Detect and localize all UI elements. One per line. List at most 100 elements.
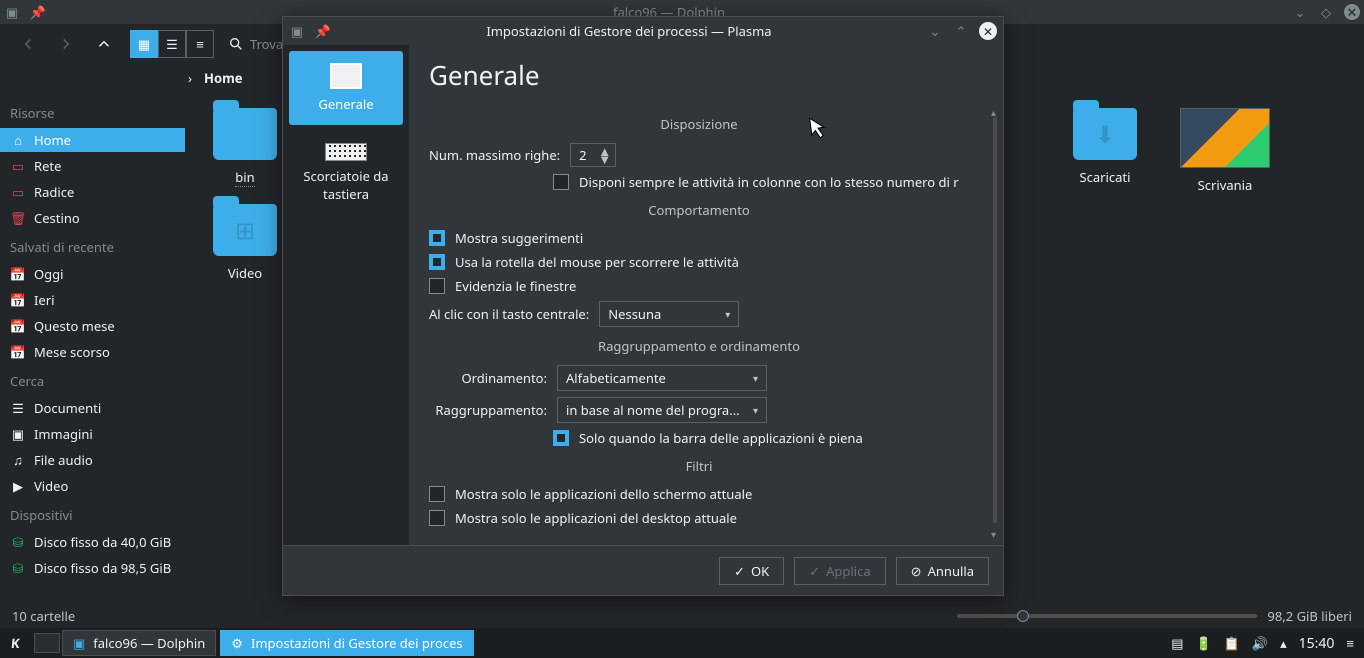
close-button[interactable]: ✕ bbox=[1344, 4, 1360, 20]
check-icon: ✓ bbox=[809, 562, 820, 580]
max-rows-spinbox[interactable]: 2 ▲▼ bbox=[570, 143, 616, 167]
battery-icon[interactable]: 🔋 bbox=[1196, 634, 1212, 652]
sidebar-item-lastmonth[interactable]: 📅Mese scorso bbox=[0, 340, 185, 364]
highlight-windows-checkbox[interactable] bbox=[429, 278, 445, 294]
trash-icon: 🗑 bbox=[10, 210, 26, 226]
filter-screen-checkbox[interactable] bbox=[429, 486, 445, 502]
folder-icon: ⬇ bbox=[1073, 108, 1137, 160]
dolphin-icon: ▣ bbox=[73, 634, 85, 652]
back-button[interactable] bbox=[16, 32, 40, 56]
middle-click-combo[interactable]: Nessuna ▾ bbox=[599, 301, 739, 327]
apply-button[interactable]: ✓Applica bbox=[794, 557, 885, 585]
wheel-scroll-label: Usa la rotella del mouse per scorrere le… bbox=[455, 253, 739, 271]
sidebar-item-audio[interactable]: ♫File audio bbox=[0, 448, 185, 472]
forward-button[interactable] bbox=[54, 32, 78, 56]
folder-video[interactable]: ⊞ Video bbox=[195, 204, 295, 282]
image-icon: ▣ bbox=[10, 426, 26, 442]
minimize-button[interactable]: ⌄ bbox=[1292, 4, 1308, 20]
up-button[interactable] bbox=[92, 32, 116, 56]
dialog-sidebar: Generale Scorciatoie da tastiera bbox=[283, 45, 409, 545]
scroll-down-icon[interactable]: ▾ bbox=[991, 527, 999, 535]
zoom-thumb[interactable] bbox=[1017, 610, 1029, 622]
section-risorse: Risorse bbox=[0, 98, 185, 126]
application-launcher[interactable]: K bbox=[0, 628, 30, 658]
calendar-icon: 📅 bbox=[10, 266, 26, 282]
always-columns-checkbox[interactable] bbox=[553, 174, 569, 190]
clock[interactable]: 15:40 bbox=[1299, 634, 1335, 653]
task-settings[interactable]: ⚙ Impostazioni di Gestore dei proces bbox=[220, 630, 473, 656]
maximize-button[interactable]: ⌃ bbox=[953, 23, 969, 39]
sidebar-item-disk2[interactable]: ⛁Disco fisso da 98,5 GiB bbox=[0, 556, 185, 580]
zoom-slider[interactable] bbox=[957, 614, 1257, 618]
sort-combo[interactable]: Alfabeticamente ▾ bbox=[557, 365, 767, 391]
search-box[interactable]: Trova bbox=[228, 35, 283, 53]
sidebar-item-video[interactable]: ▶Video bbox=[0, 474, 185, 498]
search-icon bbox=[228, 36, 244, 52]
cancel-button[interactable]: ⊘Annulla bbox=[896, 557, 989, 585]
folder-downloads[interactable]: ⬇ Scaricati bbox=[1055, 108, 1155, 194]
section-behavior: Comportamento bbox=[429, 201, 969, 219]
tray-expand-icon[interactable]: ▴ bbox=[1280, 634, 1287, 652]
breadcrumb-chevron-icon: › bbox=[188, 69, 192, 87]
group-combo[interactable]: in base al nome del progra... ▾ bbox=[557, 397, 767, 423]
sidebar-item-today[interactable]: 📅Oggi bbox=[0, 262, 185, 286]
sidebar-item-disk1[interactable]: ⛁Disco fisso da 40,0 GiB bbox=[0, 530, 185, 554]
settings-dialog: ▣ 📌 Impostazioni di Gestore dei processi… bbox=[282, 16, 1004, 596]
network-icon: ▭ bbox=[10, 158, 26, 174]
breadcrumb-home[interactable]: Home bbox=[204, 69, 243, 87]
section-recent: Salvati di recente bbox=[0, 232, 185, 260]
pin-icon[interactable]: 📌 bbox=[315, 23, 331, 39]
kde-logo-icon: K bbox=[10, 634, 21, 652]
show-hints-checkbox[interactable] bbox=[429, 230, 445, 246]
sidebar-item-documents[interactable]: ☰Documenti bbox=[0, 396, 185, 420]
audio-icon: ♫ bbox=[10, 452, 26, 468]
buffer-icon[interactable]: ▤ bbox=[1171, 634, 1183, 652]
spin-arrows[interactable]: ▲▼ bbox=[598, 148, 611, 163]
pager[interactable] bbox=[34, 633, 60, 653]
keyboard-icon bbox=[325, 143, 367, 161]
sidebar-item-thismonth[interactable]: 📅Questo mese bbox=[0, 314, 185, 338]
max-rows-label: Num. massimo righe: bbox=[429, 146, 560, 164]
maximize-button[interactable]: ◇ bbox=[1318, 4, 1334, 20]
scrollbar[interactable]: ▴ ▾ bbox=[991, 105, 999, 535]
check-icon: ✓ bbox=[734, 562, 745, 580]
sidebar-item-trash[interactable]: 🗑Cestino bbox=[0, 206, 185, 230]
app-icon: ▣ bbox=[4, 4, 20, 20]
settings-icon: ⚙ bbox=[231, 634, 243, 652]
folder-bin[interactable]: bin bbox=[195, 108, 295, 194]
pin-icon[interactable]: 📌 bbox=[30, 4, 46, 20]
calendar-icon: 📅 bbox=[10, 344, 26, 360]
dialog-titlebar: ▣ 📌 Impostazioni di Gestore dei processi… bbox=[283, 17, 1003, 45]
sort-label: Ordinamento: bbox=[429, 369, 547, 387]
nav-shortcuts[interactable]: Scorciatoie da tastiera bbox=[289, 131, 403, 215]
icons-view-button[interactable]: ▦ bbox=[130, 30, 158, 58]
compact-view-button[interactable]: ☰ bbox=[158, 30, 186, 58]
sidebar-item-network[interactable]: ▭Rete bbox=[0, 154, 185, 178]
scroll-up-icon[interactable]: ▴ bbox=[991, 105, 999, 113]
wheel-scroll-checkbox[interactable] bbox=[429, 254, 445, 270]
volume-icon[interactable]: 🔊 bbox=[1252, 634, 1268, 652]
clipboard-icon[interactable]: 📋 bbox=[1224, 634, 1240, 652]
only-full-checkbox[interactable] bbox=[553, 430, 569, 446]
close-button[interactable]: ✕ bbox=[979, 22, 997, 40]
sidebar-item-home[interactable]: ⌂Home bbox=[0, 128, 185, 152]
sidebar-item-root[interactable]: ▭Radice bbox=[0, 180, 185, 204]
scroll-area: Disposizione Num. massimo righe: 2 ▲▼ Di… bbox=[429, 105, 983, 545]
disk-icon: ⛁ bbox=[10, 534, 26, 550]
task-dolphin[interactable]: ▣ falco96 — Dolphin bbox=[62, 630, 216, 656]
section-filters: Filtri bbox=[429, 457, 969, 475]
filter-screen-label: Mostra solo le applicazioni dello scherm… bbox=[455, 485, 752, 503]
filter-desktop-checkbox[interactable] bbox=[429, 510, 445, 526]
folder-desktop[interactable]: Scrivania bbox=[1175, 108, 1275, 194]
sidebar-item-yesterday[interactable]: 📅Ieri bbox=[0, 288, 185, 312]
panel-settings-icon[interactable]: ≡ bbox=[1346, 634, 1354, 652]
nav-general[interactable]: Generale bbox=[289, 51, 403, 125]
status-item-count: 10 cartelle bbox=[12, 607, 75, 625]
sidebar-item-images[interactable]: ▣Immagini bbox=[0, 422, 185, 446]
middle-click-label: Al clic con il tasto centrale: bbox=[429, 305, 589, 323]
details-view-button[interactable]: ≡ bbox=[186, 30, 214, 58]
chevron-down-icon: ▾ bbox=[753, 371, 758, 385]
minimize-button[interactable]: ⌄ bbox=[927, 23, 943, 39]
ok-button[interactable]: ✓OK bbox=[719, 557, 784, 585]
folder-icon: ⊞ bbox=[213, 204, 277, 256]
